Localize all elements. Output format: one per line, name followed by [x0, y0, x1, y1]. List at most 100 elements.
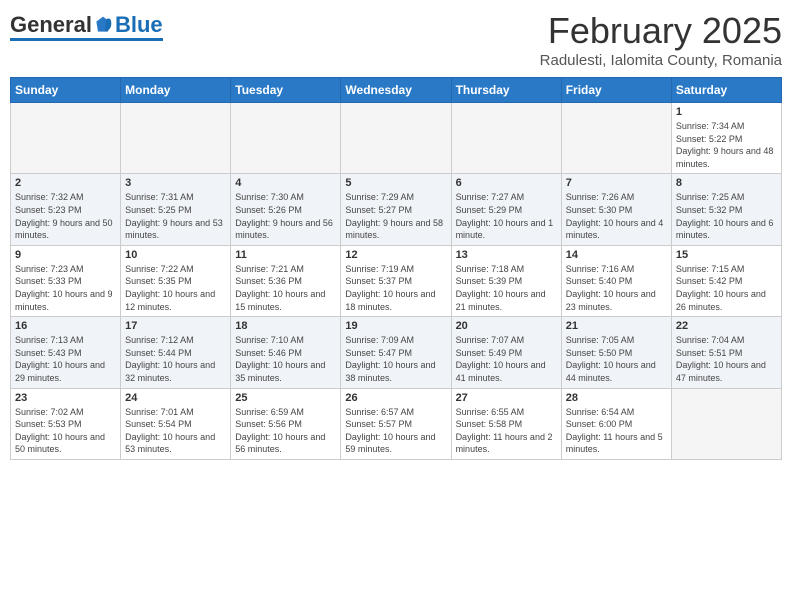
- calendar-cell: [561, 103, 671, 174]
- day-number: 1: [676, 106, 777, 118]
- calendar-row: 16 Sunrise: 7:13 AMSunset: 5:43 PMDayligh…: [11, 317, 782, 388]
- calendar-cell: [121, 103, 231, 174]
- day-info: Sunrise: 7:19 AMSunset: 5:37 PMDaylight:…: [345, 263, 446, 313]
- calendar-header-thursday: Thursday: [451, 78, 561, 103]
- calendar-cell: 2 Sunrise: 7:32 AMSunset: 5:23 PMDaylight…: [11, 174, 121, 245]
- day-info: Sunrise: 7:30 AMSunset: 5:26 PMDaylight:…: [235, 191, 336, 241]
- day-info: Sunrise: 7:26 AMSunset: 5:30 PMDaylight:…: [566, 191, 667, 241]
- day-info: Sunrise: 6:57 AMSunset: 5:57 PMDaylight:…: [345, 406, 446, 456]
- logo-blue-text: Blue: [115, 14, 163, 36]
- calendar-cell: 16 Sunrise: 7:13 AMSunset: 5:43 PMDayligh…: [11, 317, 121, 388]
- location-title: Radulesti, Ialomita County, Romania: [540, 52, 782, 69]
- day-info: Sunrise: 7:15 AMSunset: 5:42 PMDaylight:…: [676, 263, 777, 313]
- day-number: 9: [15, 249, 116, 261]
- logo-general-text: General: [10, 14, 92, 36]
- day-info: Sunrise: 7:05 AMSunset: 5:50 PMDaylight:…: [566, 334, 667, 384]
- calendar-cell: 13 Sunrise: 7:18 AMSunset: 5:39 PMDayligh…: [451, 245, 561, 316]
- day-info: Sunrise: 7:12 AMSunset: 5:44 PMDaylight:…: [125, 334, 226, 384]
- calendar-cell: 21 Sunrise: 7:05 AMSunset: 5:50 PMDayligh…: [561, 317, 671, 388]
- calendar-cell: [341, 103, 451, 174]
- day-number: 13: [456, 249, 557, 261]
- calendar-cell: 17 Sunrise: 7:12 AMSunset: 5:44 PMDayligh…: [121, 317, 231, 388]
- day-number: 16: [15, 320, 116, 332]
- day-info: Sunrise: 7:01 AMSunset: 5:54 PMDaylight:…: [125, 406, 226, 456]
- day-info: Sunrise: 7:18 AMSunset: 5:39 PMDaylight:…: [456, 263, 557, 313]
- day-number: 18: [235, 320, 336, 332]
- day-number: 14: [566, 249, 667, 261]
- day-number: 22: [676, 320, 777, 332]
- calendar-header-tuesday: Tuesday: [231, 78, 341, 103]
- calendar-cell: 28Sunrise: 6:54 AMSunset: 6:00 PMDayligh…: [561, 388, 671, 459]
- day-number: 3: [125, 177, 226, 189]
- day-number: 28: [566, 392, 667, 404]
- day-info: Sunrise: 7:27 AMSunset: 5:29 PMDaylight:…: [456, 191, 557, 241]
- day-number: 19: [345, 320, 446, 332]
- calendar-cell: 18 Sunrise: 7:10 AMSunset: 5:46 PMDayligh…: [231, 317, 341, 388]
- day-info: Sunrise: 7:23 AMSunset: 5:33 PMDaylight:…: [15, 263, 116, 313]
- calendar-header-friday: Friday: [561, 78, 671, 103]
- page-header: General Blue February 2025 Radulesti, Ia…: [10, 10, 782, 69]
- calendar-row: 2 Sunrise: 7:32 AMSunset: 5:23 PMDaylight…: [11, 174, 782, 245]
- day-number: 25: [235, 392, 336, 404]
- calendar-cell: 1 Sunrise: 7:34 AMSunset: 5:22 PMDaylight…: [671, 103, 781, 174]
- day-info: Sunrise: 7:02 AMSunset: 5:53 PMDaylight:…: [15, 406, 116, 456]
- day-number: 17: [125, 320, 226, 332]
- calendar-cell: 19Sunrise: 7:09 AMSunset: 5:47 PMDayligh…: [341, 317, 451, 388]
- day-number: 7: [566, 177, 667, 189]
- day-info: Sunrise: 7:29 AMSunset: 5:27 PMDaylight:…: [345, 191, 446, 241]
- calendar-cell: [231, 103, 341, 174]
- day-number: 15: [676, 249, 777, 261]
- calendar-cell: 12 Sunrise: 7:19 AMSunset: 5:37 PMDayligh…: [341, 245, 451, 316]
- calendar-header-sunday: Sunday: [11, 78, 121, 103]
- day-info: Sunrise: 7:32 AMSunset: 5:23 PMDaylight:…: [15, 191, 116, 241]
- day-number: 4: [235, 177, 336, 189]
- calendar-cell: 7 Sunrise: 7:26 AMSunset: 5:30 PMDaylight…: [561, 174, 671, 245]
- day-number: 6: [456, 177, 557, 189]
- day-info: Sunrise: 7:10 AMSunset: 5:46 PMDaylight:…: [235, 334, 336, 384]
- day-number: 8: [676, 177, 777, 189]
- calendar-cell: 14 Sunrise: 7:16 AMSunset: 5:40 PMDayligh…: [561, 245, 671, 316]
- calendar-cell: 26 Sunrise: 6:57 AMSunset: 5:57 PMDayligh…: [341, 388, 451, 459]
- calendar-header-wednesday: Wednesday: [341, 78, 451, 103]
- calendar-cell: 15 Sunrise: 7:15 AMSunset: 5:42 PMDayligh…: [671, 245, 781, 316]
- calendar-cell: 24Sunrise: 7:01 AMSunset: 5:54 PMDayligh…: [121, 388, 231, 459]
- calendar-cell: 23Sunrise: 7:02 AMSunset: 5:53 PMDayligh…: [11, 388, 121, 459]
- calendar-cell: 27Sunrise: 6:55 AMSunset: 5:58 PMDayligh…: [451, 388, 561, 459]
- day-info: Sunrise: 7:34 AMSunset: 5:22 PMDaylight:…: [676, 120, 777, 170]
- day-info: Sunrise: 7:21 AMSunset: 5:36 PMDaylight:…: [235, 263, 336, 313]
- calendar-cell: 9 Sunrise: 7:23 AMSunset: 5:33 PMDaylight…: [11, 245, 121, 316]
- calendar-table: SundayMondayTuesdayWednesdayThursdayFrid…: [10, 77, 782, 460]
- calendar-header-monday: Monday: [121, 78, 231, 103]
- day-number: 20: [456, 320, 557, 332]
- title-block: February 2025 Radulesti, Ialomita County…: [540, 10, 782, 69]
- calendar-row: 9 Sunrise: 7:23 AMSunset: 5:33 PMDaylight…: [11, 245, 782, 316]
- calendar-cell: 5Sunrise: 7:29 AMSunset: 5:27 PMDaylight…: [341, 174, 451, 245]
- day-info: Sunrise: 6:59 AMSunset: 5:56 PMDaylight:…: [235, 406, 336, 456]
- calendar-cell: [11, 103, 121, 174]
- day-info: Sunrise: 7:31 AMSunset: 5:25 PMDaylight:…: [125, 191, 226, 241]
- calendar-cell: 10 Sunrise: 7:22 AMSunset: 5:35 PMDayligh…: [121, 245, 231, 316]
- day-info: Sunrise: 7:22 AMSunset: 5:35 PMDaylight:…: [125, 263, 226, 313]
- day-number: 26: [345, 392, 446, 404]
- month-title: February 2025: [540, 10, 782, 52]
- logo-icon: [93, 15, 113, 35]
- calendar-cell: 20 Sunrise: 7:07 AMSunset: 5:49 PMDayligh…: [451, 317, 561, 388]
- day-info: Sunrise: 7:13 AMSunset: 5:43 PMDaylight:…: [15, 334, 116, 384]
- day-number: 2: [15, 177, 116, 189]
- day-number: 21: [566, 320, 667, 332]
- day-number: 10: [125, 249, 226, 261]
- calendar-cell: [451, 103, 561, 174]
- day-info: Sunrise: 6:55 AMSunset: 5:58 PMDaylight:…: [456, 406, 557, 456]
- calendar-cell: [671, 388, 781, 459]
- calendar-cell: 11Sunrise: 7:21 AMSunset: 5:36 PMDayligh…: [231, 245, 341, 316]
- calendar-row: 23Sunrise: 7:02 AMSunset: 5:53 PMDayligh…: [11, 388, 782, 459]
- day-number: 12: [345, 249, 446, 261]
- calendar-cell: 6 Sunrise: 7:27 AMSunset: 5:29 PMDaylight…: [451, 174, 561, 245]
- day-info: Sunrise: 7:16 AMSunset: 5:40 PMDaylight:…: [566, 263, 667, 313]
- calendar-header-row: SundayMondayTuesdayWednesdayThursdayFrid…: [11, 78, 782, 103]
- logo: General Blue: [10, 14, 163, 41]
- calendar-cell: 22 Sunrise: 7:04 AMSunset: 5:51 PMDayligh…: [671, 317, 781, 388]
- day-info: Sunrise: 7:07 AMSunset: 5:49 PMDaylight:…: [456, 334, 557, 384]
- calendar-cell: 3 Sunrise: 7:31 AMSunset: 5:25 PMDaylight…: [121, 174, 231, 245]
- day-info: Sunrise: 7:04 AMSunset: 5:51 PMDaylight:…: [676, 334, 777, 384]
